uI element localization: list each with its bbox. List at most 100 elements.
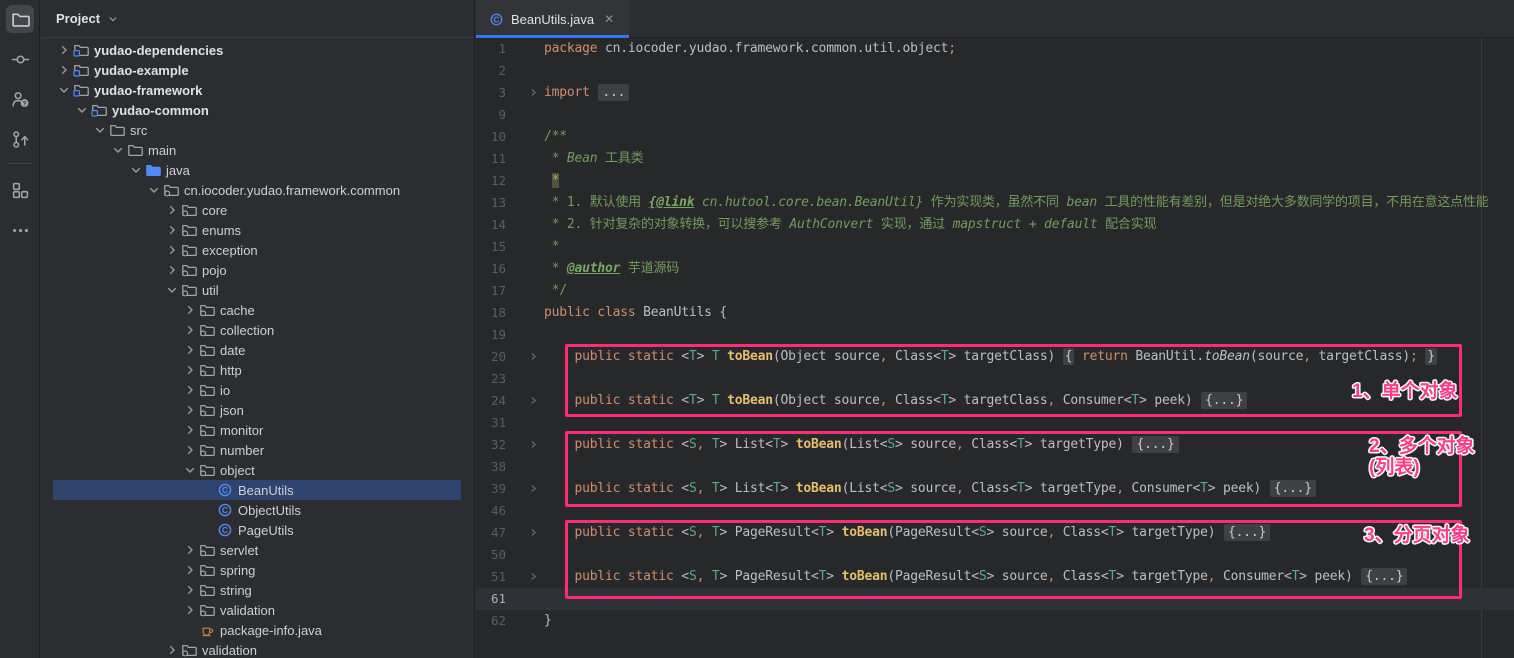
annotation-label-3: 3、分页对象 — [1364, 525, 1470, 546]
tree-item-enums[interactable]: enums — [41, 220, 474, 240]
chevron-down-icon[interactable] — [55, 82, 72, 98]
tree-item-yudao-common[interactable]: yudao-common — [41, 100, 474, 120]
chevron-right-icon[interactable] — [163, 262, 180, 278]
chevron-down-icon[interactable] — [163, 282, 180, 298]
tree-item-cn-iocoder-yudao-framework-common[interactable]: cn.iocoder.yudao.framework.common — [41, 180, 474, 200]
tree-item-src[interactable]: src — [41, 120, 474, 140]
chevron-down-icon[interactable] — [91, 122, 108, 138]
close-tab-icon[interactable]: ✕ — [604, 13, 614, 25]
line-number: 2 — [476, 60, 506, 82]
code-text: import ... — [544, 85, 630, 100]
svg-text:C: C — [221, 485, 227, 495]
tree-item-main[interactable]: main — [41, 140, 474, 160]
chevron-right-icon[interactable] — [181, 382, 198, 398]
tree-item-objectutils[interactable]: CObjectUtils — [41, 500, 474, 520]
activity-bar-structure-button[interactable] — [6, 176, 34, 204]
code-line-12[interactable]: 12 * — [476, 170, 1514, 192]
tree-item-exception[interactable]: exception — [41, 240, 474, 260]
tree-item-collection[interactable]: collection — [41, 320, 474, 340]
chevron-right-icon[interactable] — [55, 62, 72, 78]
activity-bar-project-button[interactable] — [6, 5, 34, 33]
code-line-17[interactable]: 17 */ — [476, 280, 1514, 302]
chevron-right-icon[interactable] — [163, 242, 180, 258]
activity-bar-learn-button[interactable]: ? — [6, 85, 34, 113]
code-line-14[interactable]: 14 * 2. 针对复杂的对象转换，可以搜参考 AuthConvert 实现，通… — [476, 214, 1514, 236]
tree-item-number[interactable]: number — [41, 440, 474, 460]
chevron-right-icon[interactable] — [181, 322, 198, 338]
tree-item-label: json — [220, 403, 244, 418]
chevron-right-icon[interactable] — [181, 442, 198, 458]
tree-item-beanutils[interactable]: CBeanUtils — [41, 480, 474, 500]
tree-item-date[interactable]: date — [41, 340, 474, 360]
tree-item-pageutils[interactable]: CPageUtils — [41, 520, 474, 540]
chevron-right-icon[interactable] — [181, 402, 198, 418]
chevron-right-icon[interactable] — [163, 222, 180, 238]
code-line-10[interactable]: 10/** — [476, 126, 1514, 148]
tree-item-object[interactable]: object — [41, 460, 474, 480]
chevron-right-icon[interactable] — [181, 302, 198, 318]
tree-item-pojo[interactable]: pojo — [41, 260, 474, 280]
tree-item-spring[interactable]: spring — [41, 560, 474, 580]
chevron-right-icon[interactable] — [181, 602, 198, 618]
fold-region-icon[interactable] — [506, 346, 544, 368]
chevron-right-icon[interactable] — [181, 422, 198, 438]
tree-item-string[interactable]: string — [41, 580, 474, 600]
code-line-15[interactable]: 15 * — [476, 236, 1514, 258]
chevron-down-icon[interactable] — [73, 102, 90, 118]
tree-item-io[interactable]: io — [41, 380, 474, 400]
code-line-2[interactable]: 2 — [476, 60, 1514, 82]
code-line-19[interactable]: 19 — [476, 324, 1514, 346]
code-line-13[interactable]: 13 * 1. 默认使用 {@link cn.hutool.core.bean.… — [476, 192, 1514, 214]
code-line-11[interactable]: 11 * Bean 工具类 — [476, 148, 1514, 170]
tree-item-validation[interactable]: validation — [41, 640, 474, 658]
fold-region-icon[interactable] — [506, 390, 544, 412]
line-number: 10 — [476, 126, 506, 148]
code-line-1[interactable]: 1package cn.iocoder.yudao.framework.comm… — [476, 38, 1514, 60]
code-line-62[interactable]: 62} — [476, 610, 1514, 632]
chevron-down-icon[interactable] — [109, 142, 126, 158]
tree-item-package-info-java[interactable]: package-info.java — [41, 620, 474, 640]
fold-region-icon[interactable] — [506, 566, 544, 588]
line-number: 3 — [476, 82, 506, 104]
annotation-text: 2、多个对象 — [1369, 436, 1475, 457]
project-panel-header[interactable]: Project — [41, 0, 474, 38]
chevron-down-icon[interactable] — [145, 182, 162, 198]
tree-item-http[interactable]: http — [41, 360, 474, 380]
fold-region-icon[interactable] — [506, 478, 544, 500]
chevron-right-icon[interactable] — [181, 582, 198, 598]
activity-bar-commit-button[interactable] — [6, 45, 34, 73]
activity-bar-pull-requests-button[interactable] — [6, 125, 34, 153]
chevron-right-icon[interactable] — [163, 202, 180, 218]
fold-region-icon[interactable] — [506, 82, 544, 104]
chevron-right-icon[interactable] — [163, 642, 180, 658]
tree-item-validation[interactable]: validation — [41, 600, 474, 620]
chevron-right-icon[interactable] — [55, 42, 72, 58]
code-line-18[interactable]: 18public class BeanUtils { — [476, 302, 1514, 324]
tree-item-util[interactable]: util — [41, 280, 474, 300]
tree-item-cache[interactable]: cache — [41, 300, 474, 320]
chevron-right-icon[interactable] — [181, 342, 198, 358]
tree-item-yudao-framework[interactable]: yudao-framework — [41, 80, 474, 100]
code-line-16[interactable]: 16 * @author 芋道源码 — [476, 258, 1514, 280]
fold-region-icon[interactable] — [506, 522, 544, 544]
tree-item-monitor[interactable]: monitor — [41, 420, 474, 440]
code-text: * @author 芋道源码 — [544, 261, 679, 276]
chevron-down-icon[interactable] — [181, 462, 198, 478]
tab-beanutils-java[interactable]: C BeanUtils.java ✕ — [476, 0, 629, 38]
tree-item-json[interactable]: json — [41, 400, 474, 420]
tree-item-label: ObjectUtils — [238, 503, 301, 518]
fold-region-icon[interactable] — [506, 434, 544, 456]
tree-item-core[interactable]: core — [41, 200, 474, 220]
chevron-right-icon[interactable] — [181, 562, 198, 578]
chevron-right-icon[interactable] — [181, 362, 198, 378]
tree-item-servlet[interactable]: servlet — [41, 540, 474, 560]
tree-item-yudao-example[interactable]: yudao-example — [41, 60, 474, 80]
code-line-9[interactable]: 9 — [476, 104, 1514, 126]
code-line-3[interactable]: 3 import ... — [476, 82, 1514, 104]
tree-item-yudao-dependencies[interactable]: yudao-dependencies — [41, 40, 474, 60]
chevron-right-icon[interactable] — [181, 542, 198, 558]
activity-bar-more-button[interactable] — [6, 216, 34, 244]
tree-item-java[interactable]: java — [41, 160, 474, 180]
package-icon — [180, 202, 197, 218]
chevron-down-icon[interactable] — [127, 162, 144, 178]
